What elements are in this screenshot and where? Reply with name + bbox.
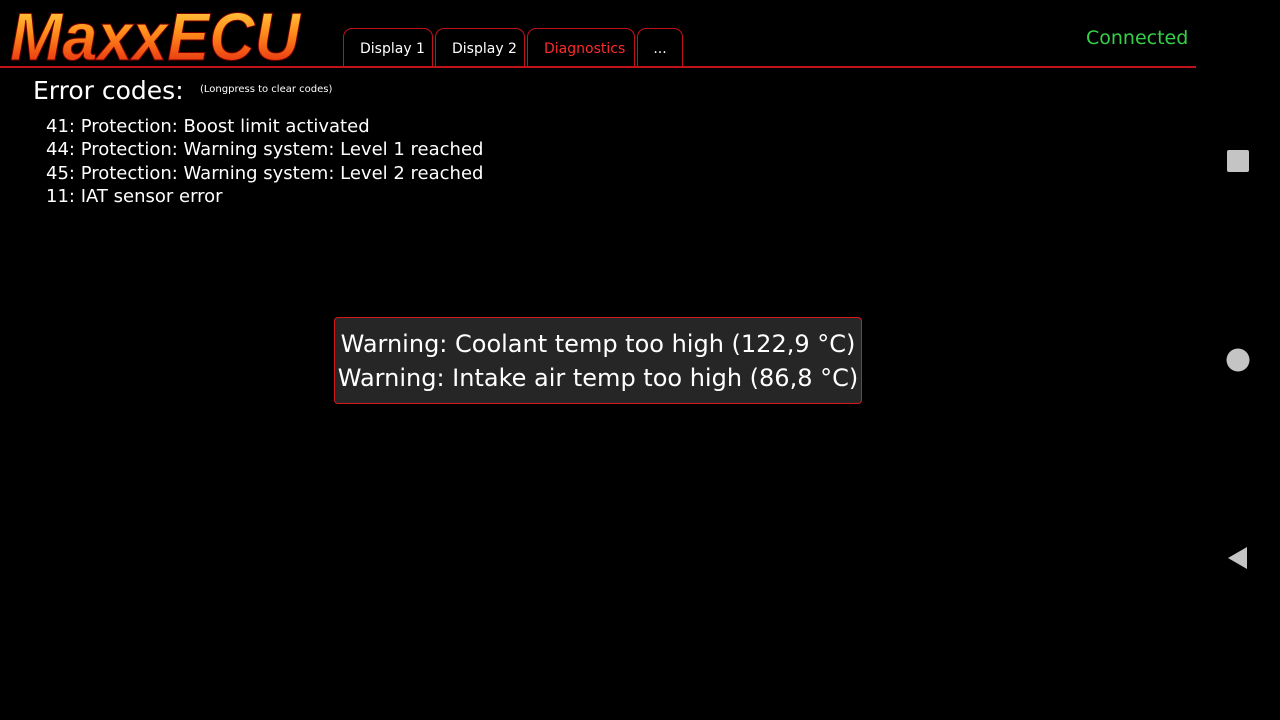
android-nav-bar: [1200, 0, 1280, 720]
maxxecu-app: MaxxECU Display 1 Display 2 Diagnostics …: [0, 0, 1200, 720]
tab-display-1[interactable]: Display 1: [343, 28, 433, 68]
header-divider: [0, 66, 1196, 68]
error-code-list[interactable]: 41: Protection: Boost limit activated 44…: [46, 115, 483, 208]
warning-intake-air-temp: Warning: Intake air temp too high (86,8 …: [337, 364, 859, 392]
home-circle-icon[interactable]: [1225, 347, 1251, 373]
warning-coolant-temp: Warning: Coolant temp too high (122,9 °C…: [340, 330, 856, 358]
logo-text: MaxxECU: [10, 0, 302, 68]
error-code-item: 44: Protection: Warning system: Level 1 …: [46, 139, 484, 161]
maxxecu-logo: MaxxECU: [8, 0, 308, 68]
warning-popup[interactable]: Warning: Coolant temp too high (122,9 °C…: [334, 317, 862, 404]
error-codes-title: Error codes:: [33, 76, 184, 105]
connection-status: Connected: [1086, 27, 1189, 49]
error-code-item: 11: IAT sensor error: [46, 185, 223, 207]
clear-codes-hint: (Longpress to clear codes): [200, 84, 333, 95]
tab-display-2[interactable]: Display 2: [435, 28, 525, 68]
tab-more[interactable]: ...: [637, 28, 683, 68]
recents-square-icon[interactable]: [1225, 148, 1251, 174]
back-triangle-icon[interactable]: [1225, 545, 1251, 571]
tab-diagnostics[interactable]: Diagnostics: [527, 28, 635, 68]
error-code-item: 41: Protection: Boost limit activated: [46, 116, 370, 137]
tab-bar: Display 1 Display 2 Diagnostics ...: [343, 28, 683, 68]
error-code-item: 45: Protection: Warning system: Level 2 …: [46, 162, 484, 184]
